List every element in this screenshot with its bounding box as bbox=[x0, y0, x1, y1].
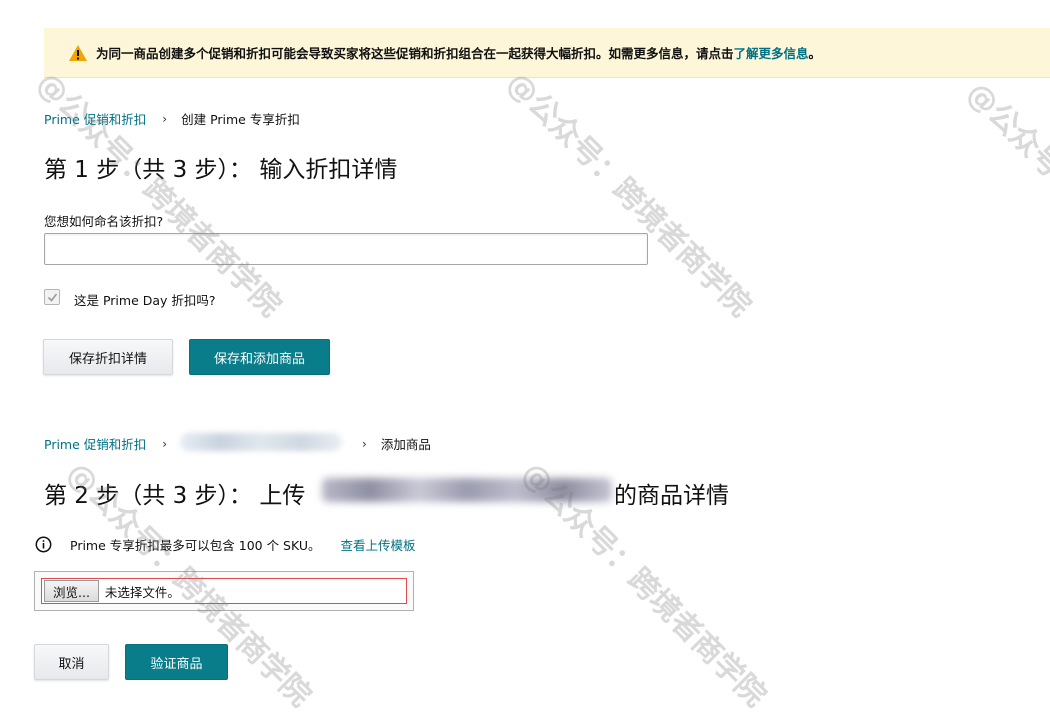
file-input[interactable]: 浏览... 未选择文件。 bbox=[41, 578, 407, 604]
redacted-discount-name bbox=[180, 433, 342, 451]
chevron-right-icon: › bbox=[162, 436, 168, 451]
chevron-right-icon: › bbox=[162, 111, 168, 126]
view-upload-template-link[interactable]: 查看上传模板 bbox=[341, 535, 416, 554]
info-icon bbox=[35, 536, 52, 553]
save-and-add-products-button[interactable]: 保存和添加商品 bbox=[189, 339, 330, 375]
check-icon bbox=[47, 293, 58, 302]
file-upload-field: 浏览... 未选择文件。 bbox=[34, 571, 414, 611]
watermark: @公众号：跨境者商学院 bbox=[499, 65, 758, 324]
discount-name-label: 您想如何命名该折扣? bbox=[44, 214, 164, 229]
file-status-text: 未选择文件。 bbox=[104, 584, 180, 600]
chevron-right-icon: › bbox=[362, 436, 367, 451]
step2-heading-prefix: 第 2 步（共 3 步）： 上传 bbox=[44, 483, 306, 509]
watermark: @公众号：跨境者商学院 bbox=[29, 65, 288, 324]
breadcrumb-prime-promotions-link[interactable]: Prime 促销和折扣 bbox=[44, 109, 146, 128]
breadcrumb-step2: Prime 促销和折扣 › bbox=[44, 434, 181, 453]
sku-limit-info: Prime 专享折扣最多可以包含 100 个 SKU。 查看上传模板 bbox=[35, 535, 416, 554]
browse-button[interactable]: 浏览... bbox=[44, 580, 99, 602]
warning-icon bbox=[69, 44, 87, 61]
cancel-button[interactable]: 取消 bbox=[34, 644, 109, 680]
breadcrumb-step1: Prime 促销和折扣 › 创建 Prime 专享折扣 bbox=[44, 109, 300, 128]
learn-more-link[interactable]: 了解更多信息 bbox=[734, 43, 809, 62]
step2-heading: 第 2 步（共 3 步）： 上传 bbox=[44, 476, 305, 510]
redacted-discount-title bbox=[322, 478, 612, 502]
warning-banner: 为同一商品创建多个促销和折扣可能会导致买家将这些促销和折扣组合在一起获得大幅折扣… bbox=[44, 28, 1050, 78]
step2-heading-suffix: 的商品详情 bbox=[614, 483, 729, 509]
watermark: @公众号：跨境者商学院 bbox=[959, 75, 1050, 334]
discount-name-input[interactable] bbox=[44, 233, 648, 265]
banner-suffix: 。 bbox=[808, 46, 822, 61]
sku-limit-text: Prime 专享折扣最多可以包含 100 个 SKU。 bbox=[70, 538, 321, 553]
banner-text: 为同一商品创建多个促销和折扣可能会导致买家将这些促销和折扣组合在一起获得大幅折扣… bbox=[96, 46, 734, 61]
prime-day-label: 这是 Prime Day 折扣吗? bbox=[74, 293, 216, 308]
save-discount-details-button[interactable]: 保存折扣详情 bbox=[43, 339, 173, 375]
verify-products-button[interactable]: 验证商品 bbox=[125, 644, 228, 680]
breadcrumb-current: 创建 Prime 专享折扣 bbox=[181, 112, 300, 127]
breadcrumb-step2-tail: › 添加商品 bbox=[346, 434, 431, 453]
breadcrumb-prime-promotions-link[interactable]: Prime 促销和折扣 bbox=[44, 434, 146, 453]
step1-heading: 第 1 步（共 3 步）： 输入折扣详情 bbox=[44, 157, 398, 183]
prime-day-checkbox[interactable] bbox=[44, 289, 60, 305]
breadcrumb-current: 添加商品 bbox=[380, 437, 431, 452]
